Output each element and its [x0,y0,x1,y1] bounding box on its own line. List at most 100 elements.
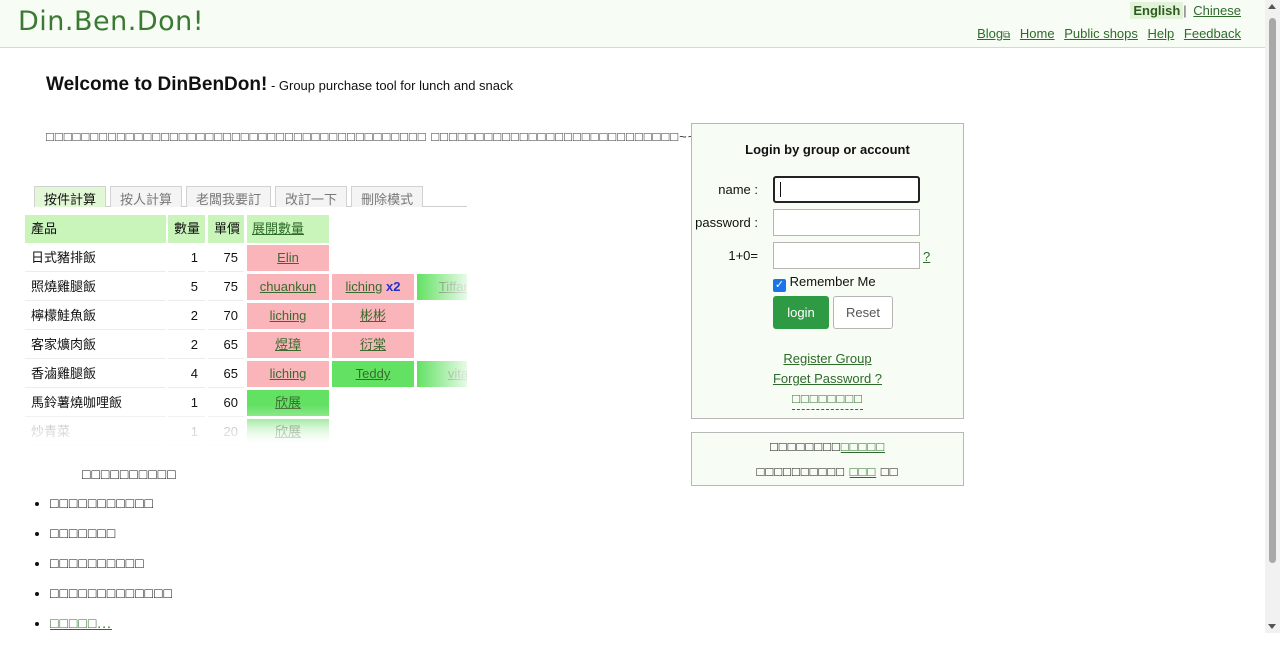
person-chip: Elin [247,245,329,271]
more-title: □□□□□□□□□□ [82,466,177,482]
person-chip: chuankun [247,274,329,300]
list-item: □□□□□□□□□□ [50,555,173,585]
person-name-link[interactable]: 衍棠 [360,337,386,352]
person-chip: 彬彬 [332,303,414,329]
nav-feedback[interactable]: Feedback [1184,26,1241,41]
list-item: □□□□□□□ [50,525,173,555]
table-row: 日式豬排飯 1 75 Elin [25,244,467,272]
tab-modify[interactable]: 改訂一下 [275,186,348,207]
name-label: name : [718,182,758,197]
list-item-more: □□□□□... [50,615,173,645]
remember-me[interactable]: ✓ Remember Me [773,274,876,292]
header-bar: Din.Ben.Don! English | Chinese Blog⧉ Home… [0,0,1265,48]
password-label: password : [695,215,758,230]
checkbox-checked-icon[interactable]: ✓ [773,279,786,292]
person-name-link[interactable]: Teddy [356,366,391,381]
scrollbar-thumb[interactable] [1269,18,1276,563]
reset-button[interactable]: Reset [833,296,893,329]
table-row: 客家爌肉飯 2 65 煜璋 衍棠 [25,331,467,359]
password-input[interactable] [773,209,920,236]
language-switcher: English | Chinese [1130,2,1241,19]
person-name-link[interactable]: Elin [277,250,299,265]
tab-delete[interactable]: 刪除模式 [351,186,424,207]
tab-by-person[interactable]: 按人計算 [110,186,183,207]
person-chip: liching x2 [332,274,414,300]
info-line-1-text: □□□□□□□□ [769,439,841,454]
page-scrollbar[interactable] [1265,0,1280,633]
welcome-subtitle: - Group purchase tool for lunch and snac… [267,78,514,93]
header-expand: 展開數量 [247,215,329,243]
info-line-2: □□□□□□□□□□ □□□ □□ [692,464,963,479]
expand-qty-link[interactable]: 展開數量 [252,221,304,236]
tab-by-item[interactable]: 按件計算 [34,186,107,207]
person-name-link[interactable]: liching [270,366,307,381]
info-line-1-link[interactable]: □□□□□ [841,439,885,454]
info-panel: □□□□□□□□□□□□□ □□□□□□□□□□ □□□ □□ [691,432,964,486]
lang-separator: | [1183,3,1187,18]
nav-home[interactable]: Home [1020,26,1055,41]
login-button[interactable]: login [773,296,829,329]
person-name-link[interactable]: liching [270,308,307,323]
welcome-title: Welcome to DinBenDon! [46,74,268,95]
lang-english[interactable]: English [1130,2,1184,19]
product-qty: 5 [168,273,205,301]
captcha-help-link[interactable]: ? [923,249,930,264]
product-price: 75 [208,273,244,301]
table-row: 照燒雞腿飯575chuankunliching x2Tiffany [25,273,467,301]
person-name-link[interactable]: liching [346,279,383,294]
welcome-heading: Welcome to DinBenDon! - Group purchase t… [46,74,513,96]
person-chip: 衍棠 [332,332,414,358]
text-caret [780,182,781,197]
table-row: 香滷雞腿飯465lichingTeddyvita [25,360,467,388]
more-link[interactable]: □□□□□... [50,615,112,631]
scroll-up-icon[interactable] [1268,4,1276,9]
name-input[interactable] [773,176,920,203]
product-name: 客家爌肉飯 [25,331,166,359]
product-price: 65 [208,360,244,388]
order-summary-table: 產品 數量 單價 展開數量 日式豬排飯 1 75 Elin 照燒雞腿飯 5 75 chuank… [25,215,467,447]
feature-list: □□□□□□□□□□□ □□□□□□□ □□□□□□□□□□ □□□□□□□□□… [30,495,173,645]
product-name: 日式豬排飯 [25,244,166,272]
captcha-label: 1+0= [728,248,758,263]
product-price: 75 [208,244,244,272]
product-price: 70 [208,302,244,330]
product-qty: 4 [168,360,205,388]
lang-chinese[interactable]: Chinese [1193,3,1241,18]
external-link-icon: ⧉ [1003,30,1011,41]
nav-public-shops[interactable]: Public shops [1064,26,1138,41]
nav-help[interactable]: Help [1148,26,1175,41]
list-item: □□□□□□□□□□□ [50,495,173,525]
person-name-link[interactable]: 煜璋 [275,337,301,352]
person-chip: liching [247,361,329,387]
product-qty: 1 [168,244,205,272]
product-qty: 2 [168,302,205,330]
table-header-row: 產品 數量 單價 展開數量 [25,215,467,243]
scroll-down-icon[interactable] [1268,624,1276,629]
login-links: Register Group Forget Password ? □□□□□□□… [692,349,963,410]
info-line-1: □□□□□□□□□□□□□ [692,439,963,454]
info-line-2-link[interactable]: □□□ [850,464,877,479]
person-chip: 煜璋 [247,332,329,358]
product-qty: 2 [168,331,205,359]
register-group-link[interactable]: Register Group [692,349,963,369]
product-price: 65 [208,331,244,359]
product-name: 檸檬鮭魚飯 [25,302,166,330]
quantity-multiplier: x2 [386,279,401,294]
site-logo[interactable]: Din.Ben.Don! [18,6,204,37]
intro-text: □□□□□□□□□□□□□□□□□□□□□□□□□□□□□□□□□□□□□□□□… [46,129,697,144]
product-name: 香滷雞腿飯 [25,360,166,388]
tab-order[interactable]: 老闆我要訂 [186,186,272,207]
nav-blog[interactable]: Blog⧉ [977,26,1010,41]
person-chip: liching [247,303,329,329]
other-login-link[interactable]: □□□□□□□□ [792,389,863,410]
person-chip: Teddy [332,361,414,387]
remember-me-label: Remember Me [789,274,876,289]
forget-password-link[interactable]: Forget Password ? [692,369,963,389]
person-name-link[interactable]: 彬彬 [360,308,386,323]
captcha-input[interactable] [773,242,920,269]
table-bottom-fade [25,405,467,447]
person-name-link[interactable]: chuankun [260,279,316,294]
product-name: 照燒雞腿飯 [25,273,166,301]
header-qty: 數量 [168,215,205,243]
list-item: □□□□□□□□□□□□□ [50,585,173,615]
